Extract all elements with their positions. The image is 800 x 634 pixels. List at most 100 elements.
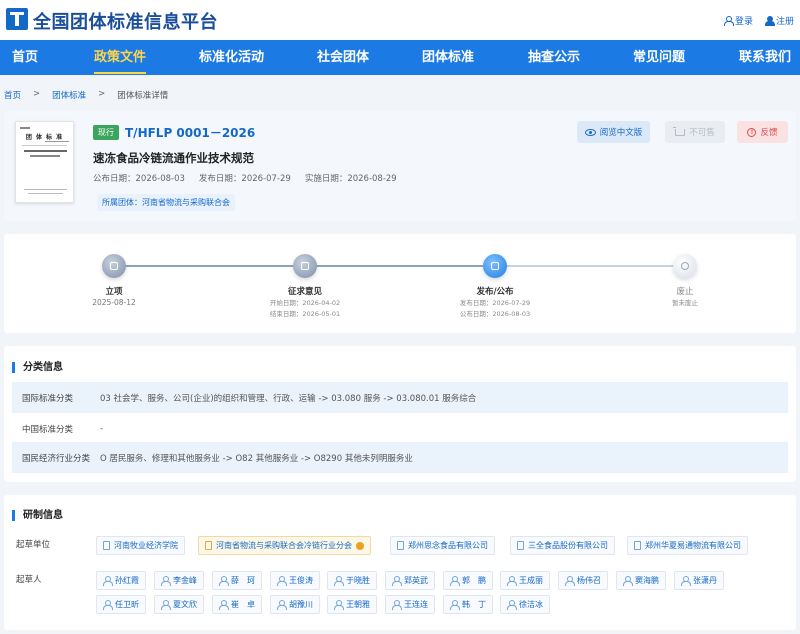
- building-icon: [517, 541, 524, 550]
- user-add-icon: [764, 16, 775, 26]
- release-date: 发布日期：2026-07-29: [198, 174, 291, 184]
- drafter-chip[interactable]: 薛 珂: [212, 571, 262, 590]
- person-icon: [103, 576, 113, 586]
- organization-tag[interactable]: 所属团体：河南省物流与采购联合会: [97, 194, 235, 211]
- drafter-name: 王俊涛: [289, 576, 313, 585]
- drafter-chip[interactable]: 王朝雅: [327, 595, 377, 614]
- timeline-date: 2025-08-12: [92, 298, 136, 307]
- nav-inspection[interactable]: 抽查公示: [528, 40, 580, 75]
- drafter-name: 薛 珂: [231, 576, 255, 585]
- person-icon: [507, 600, 517, 610]
- drafter-chip[interactable]: 韩 丁: [443, 595, 493, 614]
- person-icon: [277, 600, 287, 610]
- drafter-chip[interactable]: 夏文欣: [154, 595, 204, 614]
- breadcrumb-current: 团体标准详情: [117, 91, 169, 101]
- drafter-chip[interactable]: 崔 卓: [212, 595, 262, 614]
- person-icon: [277, 576, 287, 586]
- person-icon: [450, 576, 460, 586]
- classification-row: 中国标准分类 -: [12, 413, 788, 444]
- drafter-chip[interactable]: 郢英武: [385, 571, 435, 590]
- drafter-name: 于晓胜: [346, 576, 370, 585]
- person-icon: [392, 576, 402, 586]
- user-icon: [723, 16, 734, 26]
- drafter-name: 孙红霞: [115, 576, 139, 585]
- drafting-unit-name: 郑州华夏易通物流有限公司: [645, 541, 741, 550]
- drafter-chip[interactable]: 张潇丹: [674, 571, 724, 590]
- nav-groups[interactable]: 社会团体: [317, 40, 369, 75]
- nav-faq[interactable]: 常见问题: [633, 40, 685, 75]
- section-title: 分类信息: [12, 362, 63, 373]
- standard-summary-card: 团 体 标 准 现行 T/HFLP 0001－2026 速冻食品冷链流通作业技术…: [4, 111, 796, 221]
- drafter-name: 崔 卓: [231, 600, 255, 609]
- drafter-name: 郢英武: [404, 576, 428, 585]
- drafting-unit-chip[interactable]: 河南牧业经济学院: [96, 536, 185, 555]
- drafting-unit-chip[interactable]: 三全食品股份有限公司: [510, 536, 615, 555]
- person-icon: [334, 576, 344, 586]
- drafter-chip[interactable]: 王俊涛: [270, 571, 320, 590]
- drafter-name: 张潇丹: [693, 576, 717, 585]
- nav-activities[interactable]: 标准化活动: [199, 40, 264, 75]
- drafter-name: 窦海鹏: [635, 576, 659, 585]
- drafter-chip[interactable]: 徐洁冰: [500, 595, 550, 614]
- read-chinese-button[interactable]: 阅览中文版: [577, 121, 650, 143]
- drafter-chip[interactable]: 李金峰: [154, 571, 204, 590]
- drafter-chip[interactable]: 王连连: [385, 595, 435, 614]
- person-icon: [219, 600, 229, 610]
- buy-label: 不可售: [689, 128, 715, 138]
- clock-icon: [681, 262, 689, 270]
- drafting-unit-chip[interactable]: 河南省物流与采购联合会冷链行业分会: [198, 536, 371, 555]
- lifecycle-timeline: 立项 2025-08-12 征求意见 开始日期：2026-04-02 结束日期：…: [4, 234, 796, 333]
- drafter-name: 夏文欣: [173, 600, 197, 609]
- nav-contact[interactable]: 联系我们: [739, 40, 791, 75]
- drafter-chip[interactable]: 胡豫川: [270, 595, 320, 614]
- timeline-pending-line: [495, 265, 685, 267]
- account-links: 登录 注册: [723, 14, 794, 27]
- alert-icon: !: [747, 127, 757, 137]
- login-link[interactable]: 登录: [723, 14, 753, 27]
- drafters-label: 起草人: [16, 575, 42, 585]
- nav-standards[interactable]: 团体标准: [422, 40, 474, 75]
- drafter-chip[interactable]: 于晓胜: [327, 571, 377, 590]
- drafter-chip[interactable]: 杨伟召: [558, 571, 608, 590]
- drafter-name: 任卫昕: [115, 600, 139, 609]
- register-label: 注册: [775, 17, 794, 27]
- nav-policy[interactable]: 政策文件: [94, 40, 147, 75]
- feedback-button[interactable]: ! 反馈: [737, 121, 788, 143]
- classification-value: O 居民服务、修理和其他服务业 -> O82 其他服务业 -> O8290 其他…: [100, 453, 413, 464]
- drafter-chip[interactable]: 王成丽: [500, 571, 550, 590]
- nav-home[interactable]: 首页: [12, 40, 38, 75]
- drafter-chip[interactable]: 窦海鹏: [616, 571, 666, 590]
- site-title[interactable]: 全国团体标准信息平台: [33, 8, 218, 34]
- standard-name: 速冻食品冷链流通作业技术规范: [93, 151, 254, 165]
- breadcrumb-section[interactable]: 团体标准: [52, 89, 86, 101]
- verified-icon: [356, 541, 364, 550]
- person-icon: [507, 576, 517, 586]
- effective-date: 实施日期：2026-08-29: [304, 174, 397, 184]
- drafter-chip[interactable]: 孙红霞: [96, 571, 146, 590]
- standard-cover-thumbnail[interactable]: 团 体 标 准: [15, 121, 74, 203]
- check-icon: [491, 262, 499, 270]
- drafter-name: 杨伟召: [577, 576, 601, 585]
- drafter-chip[interactable]: 郭 鹏: [443, 571, 493, 590]
- classification-row: 国民经济行业分类 O 居民服务、修理和其他服务业 -> O82 其他服务业 ->…: [12, 442, 788, 473]
- thumbnail-title: 团 体 标 准: [25, 134, 64, 141]
- section-title: 研制信息: [12, 510, 63, 521]
- drafter-name: 徐洁冰: [519, 600, 543, 609]
- timeline-date: 暂未废止: [672, 299, 698, 307]
- drafter-chip[interactable]: 任卫昕: [96, 595, 146, 614]
- person-icon: [565, 576, 575, 586]
- breadcrumb-home[interactable]: 首页: [4, 89, 21, 101]
- status-badge: 现行: [93, 125, 119, 140]
- document-icon: [110, 262, 118, 270]
- timeline-date: 公布日期：2026-08-03: [459, 310, 531, 318]
- platform-logo-icon[interactable]: [6, 8, 28, 30]
- not-for-sale-button[interactable]: 不可售: [665, 121, 725, 143]
- drafting-unit-name: 河南省物流与采购联合会冷链行业分会: [216, 541, 352, 550]
- person-icon: [392, 600, 402, 610]
- login-label: 登录: [734, 17, 753, 27]
- register-link[interactable]: 注册: [764, 14, 794, 27]
- top-bar: 全国团体标准信息平台 登录 注册: [0, 0, 800, 40]
- standard-code: T/HFLP 0001－2026: [125, 126, 256, 140]
- drafting-unit-chip[interactable]: 郑州华夏易通物流有限公司: [627, 536, 748, 555]
- drafting-unit-chip[interactable]: 郑州思念食品有限公司: [390, 536, 495, 555]
